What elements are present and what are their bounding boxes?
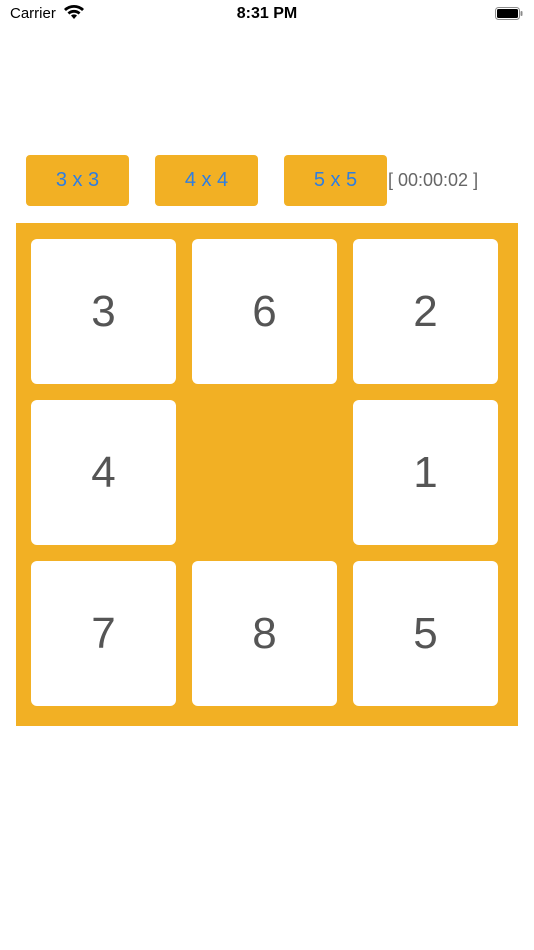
puzzle-tile[interactable]: 7 (31, 561, 176, 706)
battery-icon (495, 7, 523, 20)
size-4x4-button[interactable]: 4 x 4 (155, 155, 258, 206)
puzzle-tile[interactable]: 2 (353, 239, 498, 384)
puzzle-tile[interactable]: 4 (31, 400, 176, 545)
puzzle-board: 3 6 2 4 1 7 8 5 (16, 223, 518, 726)
size-5x5-button[interactable]: 5 x 5 (284, 155, 387, 206)
puzzle-tile[interactable]: 5 (353, 561, 498, 706)
status-time: 8:31 PM (236, 5, 298, 22)
puzzle-tile[interactable]: 3 (31, 239, 176, 384)
puzzle-tile[interactable]: 1 (353, 400, 498, 545)
status-bar: Carrier 8:31 PM (0, 0, 534, 30)
size-3x3-button[interactable]: 3 x 3 (26, 155, 129, 206)
puzzle-tile[interactable]: 8 (192, 561, 337, 706)
elapsed-timer: [ 00:00:02 ] (388, 170, 479, 190)
puzzle-tile[interactable]: 6 (192, 239, 337, 384)
